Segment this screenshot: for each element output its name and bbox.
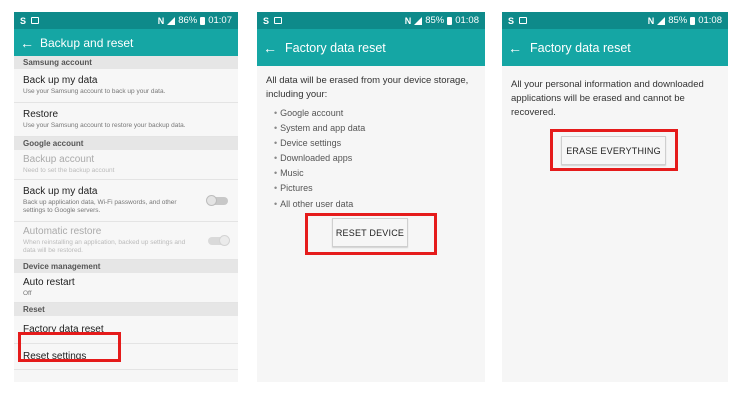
back-arrow-icon[interactable]: ← [263,41,281,55]
factory-reset-screen: S N 85% 01:08 ← Factory data reset All d… [257,12,485,382]
erase-everything-highlight [550,129,678,171]
bullet-icon: • [274,137,278,148]
setting-subtitle: Use your Samsung account to restore your… [23,122,186,130]
bullet-icon: • [274,153,278,164]
toggle-knob [219,234,230,246]
factory-reset-highlight [18,332,121,362]
back-arrow-icon[interactable]: ← [20,36,38,50]
list-item-text: Pictures [280,183,313,194]
list-item-text: System and app data [280,122,366,133]
battery-icon [447,16,453,25]
page-title: Factory data reset [285,40,386,55]
app-bar: ← Factory data reset [502,29,728,66]
list-item: • Downloaded apps [266,151,476,166]
section-header-google-account: Google account [14,137,238,150]
backup-data-toggle[interactable] [206,194,228,206]
clock: 01:08 [698,15,722,26]
battery-percent: 85% [668,15,688,26]
nfc-icon: N [404,15,412,26]
confirm-reset-screen: S N 85% 01:08 ← Factory data reset All y… [502,12,728,382]
erase-intro-text: All data will be erased from your device… [266,75,469,100]
status-bar: S N 86% 01:07 [14,12,238,29]
setting-subtitle: Use your Samsung account to back up your… [23,88,166,96]
setting-backup-account: Backup account Need to set the backup ac… [14,150,238,180]
confirm-info: All your personal information and downlo… [502,66,728,127]
list-item: • Pictures [266,181,476,196]
section-header-samsung-account: Samsung account [14,56,238,69]
app-bar: ← Backup and reset [14,29,238,56]
section-header-reset: Reset [14,303,238,316]
battery-icon [200,16,206,25]
list-item: • Music [266,166,476,181]
list-item-text: Google account [280,107,344,118]
setting-back-up-my-data-google[interactable]: Back up my data Back up application data… [14,180,238,222]
setting-subtitle: Off [23,290,32,298]
setting-subtitle: Need to set the backup account [23,167,115,175]
setting-restore[interactable]: Restore Use your Samsung account to rest… [14,103,238,137]
status-bar: S N 85% 01:08 [502,12,728,29]
battery-percent: 86% [178,15,198,26]
nfc-icon: N [647,15,655,26]
setting-subtitle: When reinstalling an application, backed… [23,239,186,254]
list-item-text: Music [280,168,304,179]
page-title: Backup and reset [40,35,134,50]
setting-title: Back up my data [23,186,98,198]
battery-icon [690,16,696,25]
signal-icon [414,16,423,25]
list-item: • All other user data [266,197,476,212]
reset-device-highlight [305,213,437,255]
erase-warning-text: All your personal information and downlo… [511,79,704,118]
setting-back-up-my-data-samsung[interactable]: Back up my data Use your Samsung account… [14,69,238,103]
setting-auto-restart[interactable]: Auto restart Off [14,273,238,303]
bullet-icon: • [274,183,278,194]
s-notification-icon: S [508,15,515,26]
bullet-icon: • [274,198,278,209]
backup-reset-screen: S N 86% 01:07 ← Backup and reset Samsung… [14,12,238,382]
setting-title: Restore [23,109,59,121]
setting-title: Automatic restore [23,226,102,238]
s-notification-icon: S [20,15,27,26]
automatic-restore-toggle [208,234,230,246]
toggle-knob [206,194,217,206]
setting-subtitle: Back up application data, Wi-Fi password… [23,199,177,214]
bullet-icon: • [274,122,278,133]
bullet-icon: • [274,168,278,179]
nfc-icon: N [157,15,165,26]
s-notification-icon: S [263,15,270,26]
reset-info: All data will be erased from your device… [257,66,485,220]
image-notification-icon [274,17,283,24]
erase-item-list: • Google account • System and app data • De… [266,106,476,212]
setting-title: Auto restart [23,277,75,289]
app-bar: ← Factory data reset [257,29,485,66]
back-arrow-icon[interactable]: ← [508,41,526,55]
image-notification-icon [519,17,528,24]
bullet-icon: • [274,107,278,118]
signal-icon [167,16,176,25]
list-item: • System and app data [266,121,476,136]
setting-title: Back up my data [23,75,98,87]
status-bar: S N 85% 01:08 [257,12,485,29]
image-notification-icon [31,17,40,24]
signal-icon [657,16,666,25]
list-item-text: Device settings [280,137,342,148]
list-item: • Device settings [266,136,476,151]
battery-percent: 85% [425,15,445,26]
list-item-text: Downloaded apps [280,153,353,164]
page-title: Factory data reset [530,40,631,55]
section-header-device-management: Device management [14,260,238,273]
clock: 01:07 [208,15,232,26]
list-item: • Google account [266,106,476,121]
list-item-text: All other user data [280,198,354,209]
setting-title: Backup account [23,154,95,166]
setting-automatic-restore: Automatic restore When reinstalling an a… [14,222,238,260]
clock: 01:08 [455,15,479,26]
